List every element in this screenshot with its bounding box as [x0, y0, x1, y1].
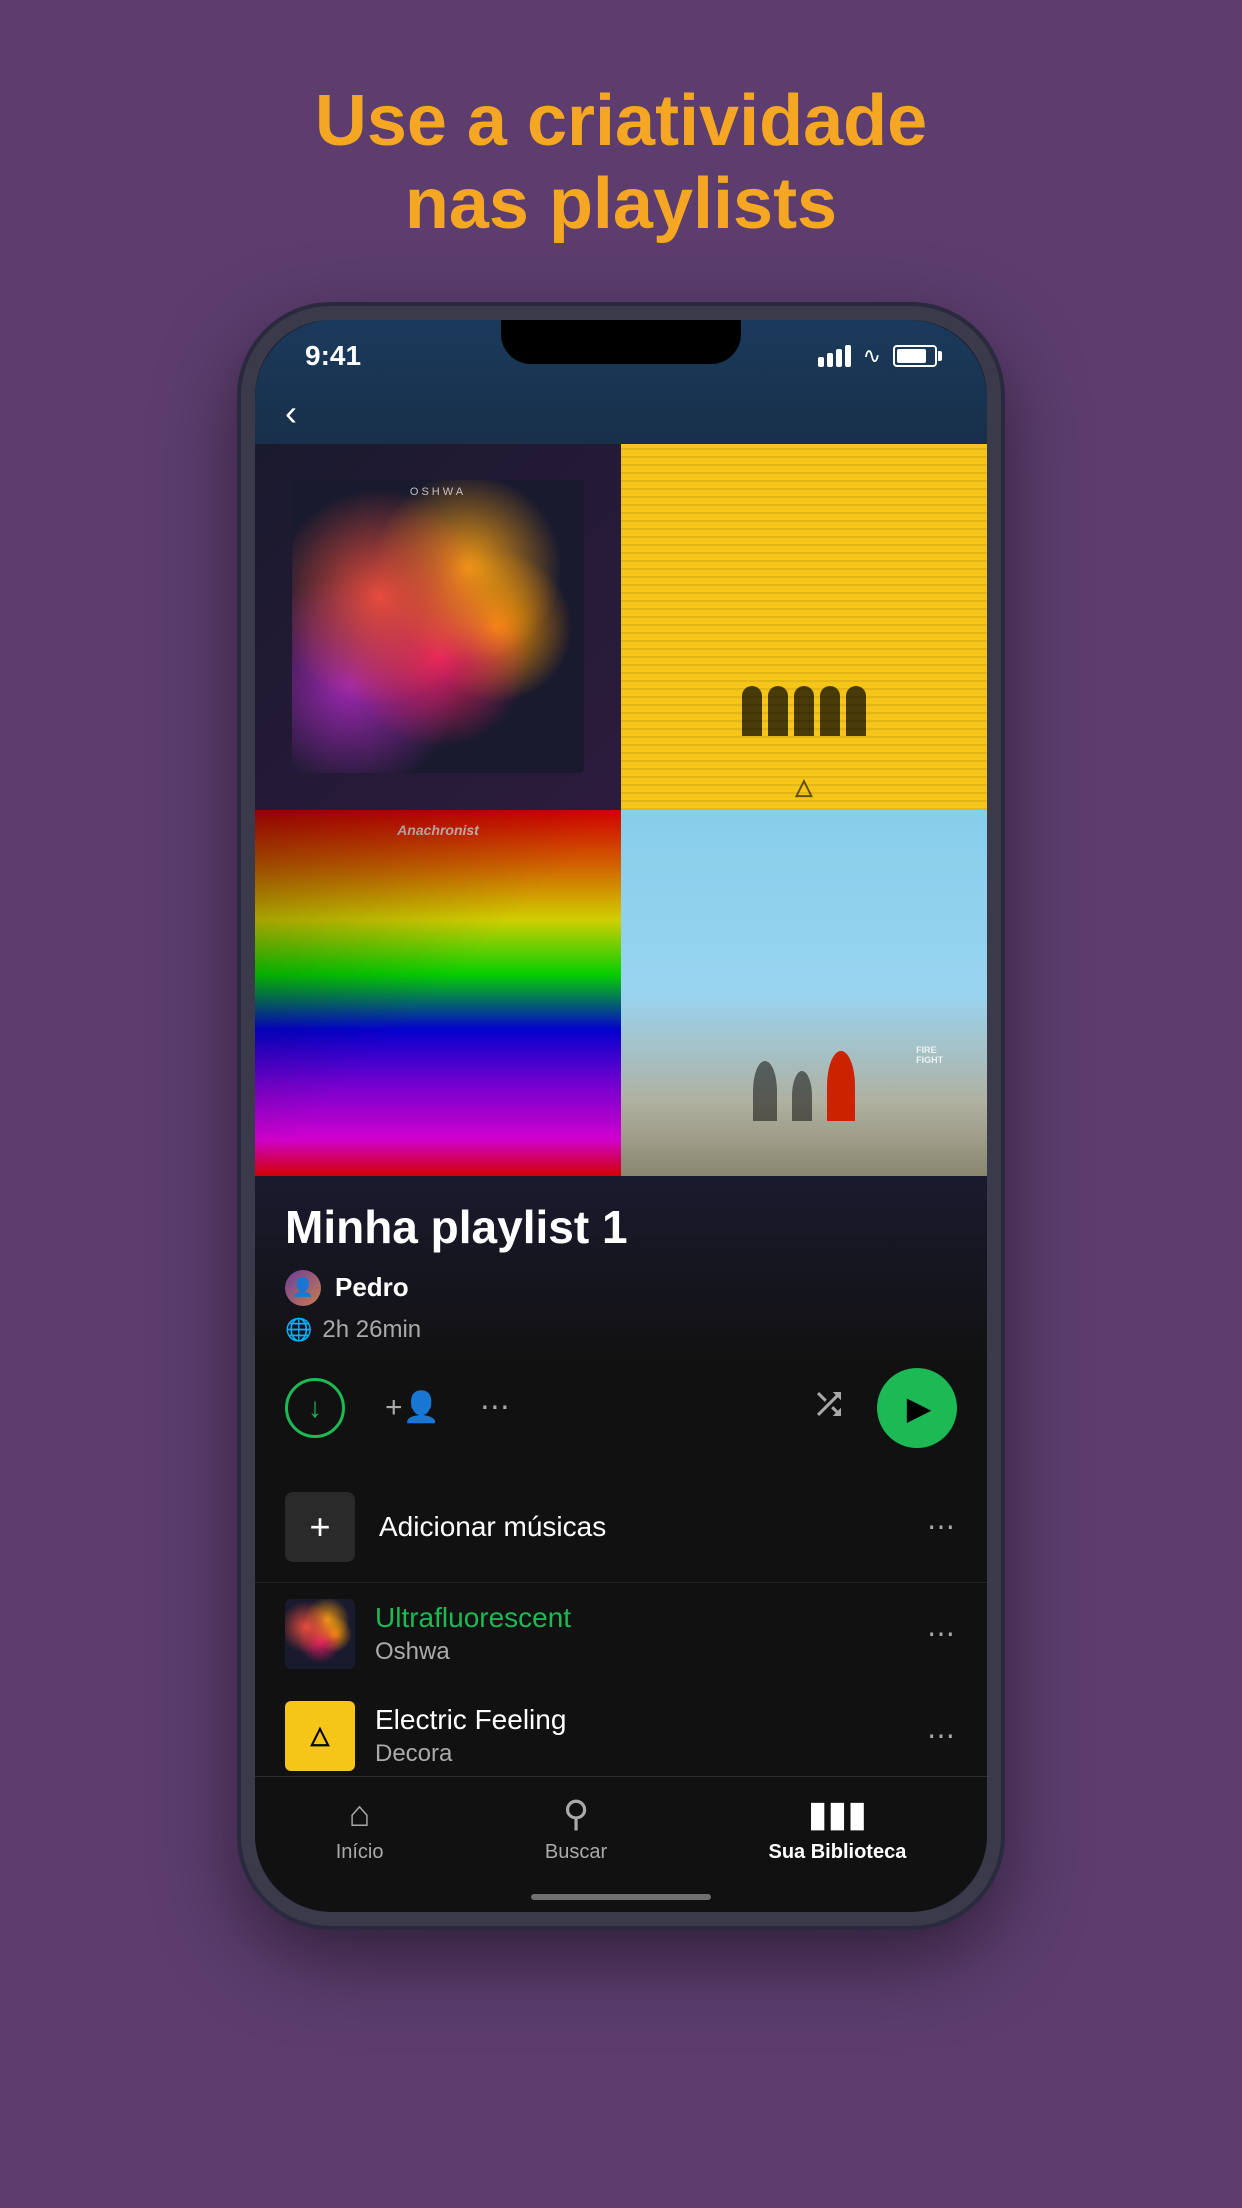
song-artist-2: Decora: [375, 1740, 907, 1768]
home-bar: [531, 1894, 711, 1900]
song-title-2: Electric Feeling: [375, 1704, 907, 1736]
song-thumb-2: △: [285, 1701, 355, 1771]
tab-home[interactable]: ⌂ Início: [336, 1793, 384, 1864]
play-icon: ▶: [907, 1389, 932, 1427]
status-bar: 9:41 ∿: [255, 320, 987, 382]
phone-shell: 9:41 ∿ ‹: [241, 306, 1001, 1926]
song-info-2: Electric Feeling Decora: [375, 1704, 907, 1768]
back-button[interactable]: ‹: [255, 382, 987, 444]
tab-library[interactable]: ▮▮▮ Sua Biblioteca: [769, 1793, 907, 1864]
download-icon: ↓: [308, 1392, 322, 1424]
song-row-2[interactable]: △ Electric Feeling Decora ⋯: [255, 1685, 987, 1776]
song-more-1[interactable]: ⋯: [927, 1617, 957, 1650]
add-user-button[interactable]: +👤: [385, 1390, 440, 1425]
song-row-1[interactable]: Ultrafluorescent Oshwa ⋯: [255, 1583, 987, 1685]
download-button[interactable]: ↓: [285, 1378, 345, 1438]
headline: Use a criatividade nas playlists: [235, 80, 1007, 246]
tab-search[interactable]: ⚲ Buscar: [545, 1793, 607, 1864]
add-songs-icon: +: [285, 1492, 355, 1562]
add-songs-row[interactable]: + Adicionar músicas ⋯: [255, 1472, 987, 1583]
globe-icon: 🌐: [285, 1317, 312, 1343]
add-user-icon: +👤: [385, 1391, 440, 1424]
headline-line2: nas playlists: [405, 164, 837, 244]
add-songs-more-icon[interactable]: ⋯: [927, 1510, 957, 1543]
home-icon: ⌂: [349, 1793, 371, 1835]
album-cell-1: [255, 444, 621, 810]
search-icon: ⚲: [563, 1793, 589, 1835]
plus-icon: +: [309, 1506, 330, 1548]
tab-library-label: Sua Biblioteca: [769, 1841, 907, 1864]
song-info-1: Ultrafluorescent Oshwa: [375, 1602, 907, 1666]
headline-line1: Use a criatividade: [315, 81, 927, 161]
playlist-title: Minha playlist 1: [285, 1200, 957, 1254]
song-list: + Adicionar músicas ⋯ Ultrafluorescent O…: [255, 1472, 987, 1776]
song-title-1: Ultrafluorescent: [375, 1602, 907, 1634]
album-cell-2: △: [621, 444, 987, 810]
status-time: 9:41: [305, 340, 361, 372]
signal-icon: [818, 345, 851, 367]
shuffle-button[interactable]: [811, 1386, 847, 1430]
author-name: Pedro: [335, 1272, 409, 1303]
author-avatar: 👤: [285, 1270, 321, 1306]
song-artist-1: Oshwa: [375, 1638, 907, 1666]
play-button[interactable]: ▶: [877, 1368, 957, 1448]
add-songs-label: Adicionar músicas: [379, 1511, 903, 1543]
more-options-button[interactable]: ⋯: [480, 1390, 512, 1425]
battery-icon: [893, 345, 937, 367]
song-thumb-1: [285, 1599, 355, 1669]
tab-search-label: Buscar: [545, 1841, 607, 1864]
wifi-icon: ∿: [863, 343, 881, 369]
tab-bar: ⌂ Início ⚲ Buscar ▮▮▮ Sua Biblioteca: [255, 1776, 987, 1894]
playlist-duration: 2h 26min: [322, 1316, 421, 1344]
album-cell-4: FIREFIGHT: [621, 810, 987, 1176]
home-indicator-area: [255, 1894, 987, 1912]
album-cell-3: [255, 810, 621, 1176]
tab-home-label: Início: [336, 1841, 384, 1864]
library-icon: ▮▮▮: [808, 1793, 867, 1835]
album-art-grid: △ FIREFIGHT: [255, 444, 987, 1176]
song-more-2[interactable]: ⋯: [927, 1719, 957, 1752]
